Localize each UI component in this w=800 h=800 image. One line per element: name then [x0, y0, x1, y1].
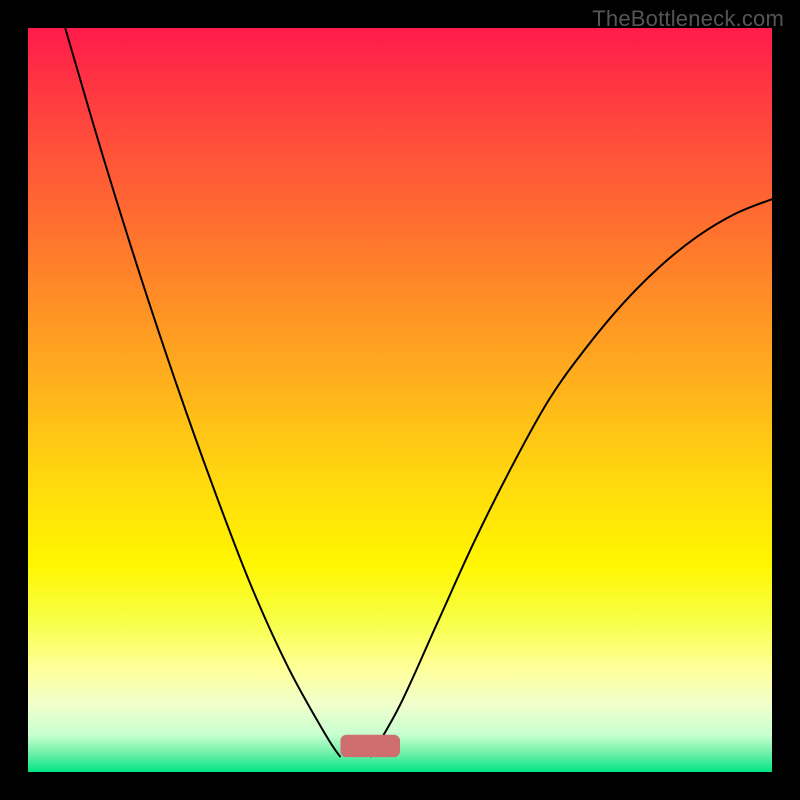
plot-area: [28, 28, 772, 772]
gradient-backdrop: [28, 28, 772, 772]
bottleneck-marker: [340, 735, 400, 757]
chart-outer-frame: TheBottleneck.com: [0, 0, 800, 800]
plot-svg: [28, 28, 772, 772]
